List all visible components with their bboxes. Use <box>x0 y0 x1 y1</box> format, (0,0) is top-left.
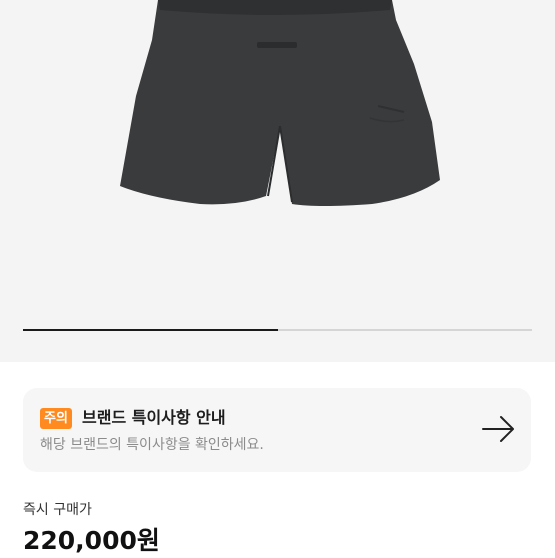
warning-badge: 주의 <box>40 408 72 429</box>
notice-title: 브랜드 특이사항 안내 <box>82 408 226 427</box>
image-progress-bar <box>23 329 532 331</box>
instant-buy-price-label: 즉시 구매가 <box>23 502 92 518</box>
instant-buy-price: 220,000원 <box>23 526 160 555</box>
notice-description: 해당 브랜드의 특이사항을 확인하세요. <box>40 437 264 453</box>
product-hero <box>0 0 555 362</box>
image-progress-fill <box>23 329 278 331</box>
arrow-right-icon[interactable] <box>481 414 517 444</box>
product-image[interactable] <box>0 0 555 362</box>
brand-notice-card[interactable]: 주의 브랜드 특이사항 안내 해당 브랜드의 특이사항을 확인하세요. <box>23 388 531 472</box>
